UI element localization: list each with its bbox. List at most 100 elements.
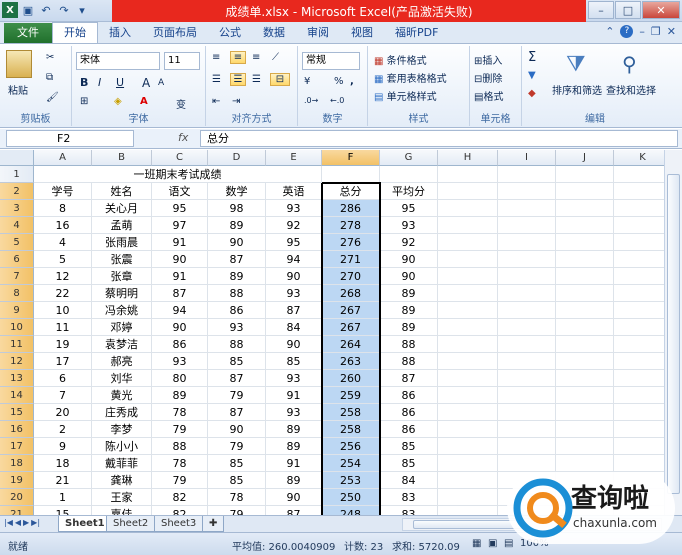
cell[interactable]: 94 (152, 302, 208, 319)
excel-logo-icon[interactable]: X (2, 2, 18, 18)
cell[interactable] (438, 472, 498, 489)
cell[interactable] (498, 166, 556, 183)
cell[interactable]: 95 (152, 200, 208, 217)
tab-item-8[interactable]: 福昕PDF (384, 23, 449, 43)
find-select-button[interactable]: 查找和选择 (606, 82, 656, 97)
cell[interactable]: 21 (34, 472, 92, 489)
cell[interactable]: 271 (322, 251, 380, 268)
cell[interactable] (438, 183, 498, 200)
tab-item-1[interactable]: 开始 (52, 22, 98, 43)
cell[interactable]: 90 (152, 251, 208, 268)
name-box[interactable]: F2 (6, 130, 134, 147)
cell[interactable] (556, 438, 614, 455)
row-header[interactable]: 11 (0, 336, 34, 353)
cell[interactable]: 5 (34, 251, 92, 268)
cell[interactable] (556, 370, 614, 387)
cell[interactable] (438, 438, 498, 455)
cell[interactable]: 89 (380, 285, 438, 302)
align-center-icon[interactable]: ☰ (230, 73, 246, 86)
cell[interactable] (556, 387, 614, 404)
cell[interactable]: 95 (380, 200, 438, 217)
cell[interactable]: 82 (152, 489, 208, 506)
cell[interactable] (498, 251, 556, 268)
cell[interactable]: 260 (322, 370, 380, 387)
cell[interactable]: 总分 (322, 183, 380, 200)
cell[interactable] (556, 268, 614, 285)
ribbon-collapse-icon[interactable]: ⌃ (605, 25, 614, 38)
minimize-button[interactable]: – (588, 1, 614, 19)
align-top-icon[interactable]: ≡ (212, 52, 220, 63)
cell[interactable]: 陈小小 (92, 438, 152, 455)
underline-button[interactable]: U (116, 76, 124, 89)
format-painter-icon[interactable]: 🖌 (46, 92, 59, 103)
cell[interactable]: 88 (380, 353, 438, 370)
column-header-j[interactable]: J (556, 150, 614, 166)
autosum-button[interactable]: Σ (528, 50, 536, 65)
tab-item-5[interactable]: 数据 (252, 23, 296, 43)
cell[interactable]: 90 (208, 234, 266, 251)
cell[interactable]: 267 (322, 302, 380, 319)
cell[interactable]: 19 (34, 336, 92, 353)
tab-item-2[interactable]: 插入 (98, 23, 142, 43)
row-header[interactable]: 21 (0, 506, 34, 515)
cell[interactable]: 88 (208, 336, 266, 353)
doc-close-button[interactable]: ✕ (667, 25, 676, 38)
cell[interactable]: 85 (380, 438, 438, 455)
cell[interactable]: 83 (380, 489, 438, 506)
cell[interactable]: 88 (208, 285, 266, 302)
cell[interactable]: 254 (322, 455, 380, 472)
help-icon[interactable]: ? (620, 25, 634, 38)
row-header[interactable]: 19 (0, 472, 34, 489)
doc-minimize-button[interactable]: – (639, 25, 645, 38)
cell[interactable]: 学号 (34, 183, 92, 200)
cell[interactable] (438, 268, 498, 285)
row-header[interactable]: 3 (0, 200, 34, 217)
bold-button[interactable]: B (80, 76, 88, 89)
percent-button[interactable]: % (334, 76, 344, 87)
cell[interactable]: 86 (380, 421, 438, 438)
column-header-f[interactable]: F (322, 150, 380, 166)
cell[interactable] (380, 166, 438, 183)
cell[interactable] (438, 319, 498, 336)
column-header-b[interactable]: B (92, 150, 152, 166)
cell[interactable] (498, 268, 556, 285)
cell[interactable]: 79 (152, 421, 208, 438)
delete-cells-button[interactable]: ⊟删除 (474, 70, 502, 85)
column-header-g[interactable]: G (380, 150, 438, 166)
cell[interactable]: 89 (266, 472, 322, 489)
cell[interactable]: 258 (322, 404, 380, 421)
fill-icon[interactable]: ▼ (528, 70, 536, 81)
cell[interactable]: 259 (322, 387, 380, 404)
cell[interactable]: 91 (152, 268, 208, 285)
paste-button[interactable]: 粘贴 (8, 82, 28, 97)
undo-icon[interactable]: ↶ (38, 2, 54, 18)
cell[interactable]: 89 (380, 302, 438, 319)
cell[interactable] (498, 319, 556, 336)
shrink-font-button[interactable]: A (158, 78, 164, 88)
cell[interactable]: 92 (380, 234, 438, 251)
select-all-corner[interactable] (0, 150, 34, 166)
cell[interactable] (438, 302, 498, 319)
cell[interactable]: 4 (34, 234, 92, 251)
cut-icon[interactable]: ✂ (46, 52, 54, 63)
cell[interactable]: 90 (266, 268, 322, 285)
cell[interactable]: 87 (266, 506, 322, 515)
cell[interactable] (498, 336, 556, 353)
cell[interactable] (498, 285, 556, 302)
cell[interactable]: 郝亮 (92, 353, 152, 370)
cell[interactable]: 256 (322, 438, 380, 455)
row-header[interactable]: 5 (0, 234, 34, 251)
decrease-decimal-icon[interactable]: ←.0 (330, 96, 344, 105)
cell[interactable]: 267 (322, 319, 380, 336)
row-header[interactable]: 14 (0, 387, 34, 404)
cell[interactable]: 268 (322, 285, 380, 302)
cell[interactable]: 98 (208, 200, 266, 217)
align-middle-icon[interactable]: ≡ (230, 51, 246, 64)
phonetic-button[interactable]: 变 (176, 96, 186, 111)
cell[interactable]: 92 (266, 217, 322, 234)
cell[interactable] (438, 336, 498, 353)
cell[interactable]: 英语 (266, 183, 322, 200)
cell[interactable] (556, 336, 614, 353)
insert-cells-button[interactable]: ⊞插入 (474, 52, 502, 67)
cell[interactable]: 12 (34, 268, 92, 285)
